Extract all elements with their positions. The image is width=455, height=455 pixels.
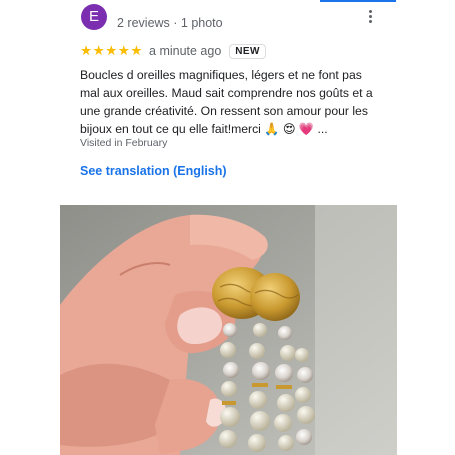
- more-vert-icon[interactable]: [364, 8, 376, 26]
- star-rating: ★★★★★: [80, 43, 144, 58]
- review-card: E 2 reviews · 1 photo ★★★★★ a minute ago…: [62, 0, 397, 205]
- review-text[interactable]: Boucles d oreilles magnifiques, légers e…: [80, 66, 380, 138]
- rating-row: ★★★★★ a minute ago NEW: [80, 43, 266, 59]
- reviewer-meta[interactable]: 2 reviews · 1 photo: [117, 16, 223, 30]
- tab-indicator: [320, 0, 396, 2]
- avatar[interactable]: E: [81, 4, 107, 30]
- see-translation-link[interactable]: See translation (English): [80, 164, 227, 178]
- visited-date: Visited in February: [80, 137, 168, 149]
- review-photo[interactable]: [60, 205, 397, 455]
- review-time: a minute ago: [149, 44, 222, 58]
- earrings-photo: [60, 205, 397, 455]
- new-badge: NEW: [229, 43, 266, 59]
